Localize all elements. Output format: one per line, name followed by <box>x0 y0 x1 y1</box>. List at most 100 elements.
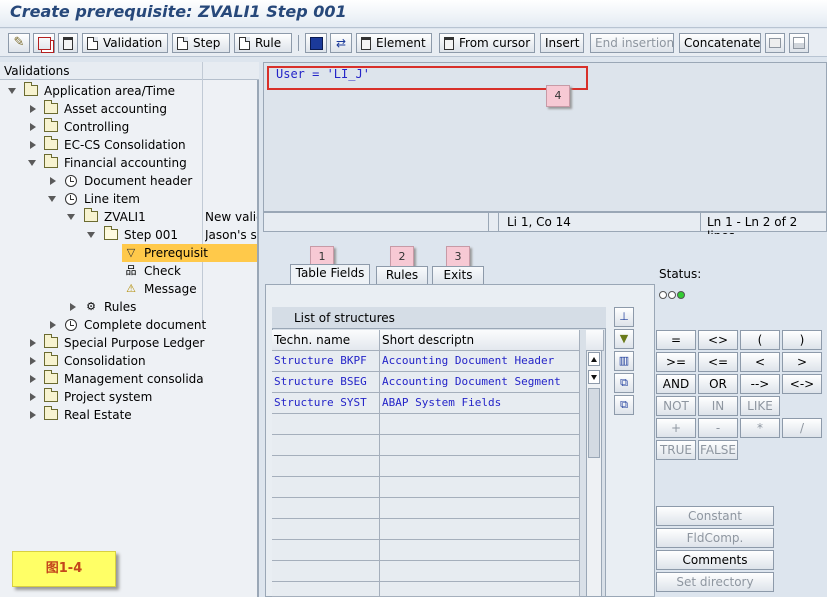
tree-node[interactable]: Application area/Time <box>0 82 257 100</box>
chevron-down-icon[interactable] <box>67 214 75 220</box>
tab-rules[interactable]: Rules <box>376 266 428 284</box>
tree-node[interactable]: Controlling <box>0 118 257 136</box>
op-not-button[interactable]: NOT <box>656 396 696 416</box>
op-in-button[interactable]: IN <box>698 396 738 416</box>
find-next-button[interactable]: ⧉ <box>614 395 634 415</box>
chevron-down-icon[interactable] <box>87 232 95 238</box>
set-directory-button[interactable]: Set directory <box>656 572 774 592</box>
chevron-right-icon[interactable] <box>50 177 56 185</box>
tree-node[interactable]: Project system <box>0 388 257 406</box>
chevron-right-icon[interactable] <box>30 393 36 401</box>
tree-node[interactable]: ⚠ Message <box>0 280 257 298</box>
delete-button[interactable] <box>58 33 78 53</box>
fldcomp-button[interactable]: FldComp. <box>656 528 774 548</box>
from-cursor-button[interactable]: From cursor <box>439 33 535 53</box>
insert-button[interactable]: Insert <box>540 33 584 53</box>
tree-node[interactable]: Special Purpose Ledger <box>0 334 257 352</box>
tree-node[interactable]: Financial accounting <box>0 154 257 172</box>
tree-node[interactable]: Management consolidatio <box>0 370 257 388</box>
columns-button[interactable]: ▥ <box>614 351 634 371</box>
validation-button[interactable]: Validation <box>82 33 168 53</box>
scroll-down-arrow-icon[interactable] <box>588 370 600 384</box>
chevron-down-icon[interactable] <box>48 196 56 202</box>
constant-button[interactable]: Constant <box>656 506 774 526</box>
element-button[interactable]: Element <box>356 33 432 53</box>
rule-button[interactable]: Rule <box>234 33 292 53</box>
list-up-button[interactable]: ⊥ <box>614 307 634 327</box>
trash-icon <box>444 36 454 50</box>
op-or-button[interactable]: OR <box>698 374 738 394</box>
op-not-equal-button[interactable]: <> <box>698 330 738 350</box>
column-header-short-description[interactable]: Short descriptn <box>380 330 580 351</box>
chevron-right-icon[interactable] <box>30 411 36 419</box>
table-row-name[interactable]: Structure BSEG <box>272 372 380 393</box>
chevron-right-icon[interactable] <box>70 303 76 311</box>
op-implies-button[interactable]: --> <box>740 374 780 394</box>
tab-table-fields[interactable]: Table Fields <box>290 264 370 284</box>
op-false-button[interactable]: FALSE <box>698 440 738 460</box>
tree-node[interactable]: Asset accounting <box>0 100 257 118</box>
find-button[interactable]: ⧉ <box>614 373 634 393</box>
chevron-down-icon[interactable] <box>8 88 16 94</box>
op-multiply-button[interactable]: * <box>740 418 780 438</box>
chevron-right-icon[interactable] <box>30 375 36 383</box>
op-equivalent-button[interactable]: <-> <box>782 374 822 394</box>
concatenate-button[interactable]: Concatenate <box>679 33 761 53</box>
table-row-name[interactable]: Structure BKPF <box>272 351 380 372</box>
op-close-paren-button[interactable]: ) <box>782 330 822 350</box>
op-gte-button[interactable]: >= <box>656 352 696 372</box>
tree-node-selected[interactable]: ▽ Prerequisit <box>122 244 257 262</box>
status-light-red <box>659 291 667 299</box>
switch-button[interactable]: ⇄ <box>330 33 352 53</box>
chevron-right-icon[interactable] <box>50 321 56 329</box>
tree-node[interactable]: EC-CS Consolidation <box>0 136 257 154</box>
comments-button[interactable]: Comments <box>656 550 774 570</box>
layout-button[interactable] <box>789 33 809 53</box>
tree-node[interactable]: Consolidation <box>0 352 257 370</box>
end-insertion-button[interactable]: End insertion <box>590 33 674 53</box>
step-button[interactable]: Step <box>172 33 230 53</box>
op-divide-button[interactable]: / <box>782 418 822 438</box>
tree-node[interactable]: 品 Check <box>0 262 257 280</box>
op-lte-button[interactable]: <= <box>698 352 738 372</box>
op-gt-button[interactable]: > <box>782 352 822 372</box>
op-plus-button[interactable]: + <box>656 418 696 438</box>
print-button[interactable] <box>765 33 785 53</box>
tree-node[interactable]: Step 001 Jason's st <box>0 226 257 244</box>
overview-button[interactable] <box>305 33 327 53</box>
tree-node[interactable]: ⚙ Rules <box>0 298 257 316</box>
chevron-right-icon[interactable] <box>30 357 36 365</box>
tree-node[interactable]: Complete document <box>0 316 257 334</box>
tree-node[interactable]: Line item <box>0 190 257 208</box>
pencil-button[interactable]: ✎ <box>8 33 30 53</box>
chevron-down-icon[interactable] <box>28 160 36 166</box>
column-header-techn-name[interactable]: Techn. name <box>272 330 380 351</box>
tab-exits[interactable]: Exits <box>432 266 484 284</box>
copy-button[interactable] <box>33 33 55 53</box>
chevron-right-icon[interactable] <box>30 105 36 113</box>
chevron-right-icon[interactable] <box>30 123 36 131</box>
tree-node[interactable]: ZVALI1 New valid <box>0 208 257 226</box>
filter-button[interactable]: ▼ <box>614 329 634 349</box>
column-settings-button[interactable] <box>586 330 604 351</box>
table-row-desc[interactable]: Accounting Document Segment <box>380 372 580 393</box>
op-and-button[interactable]: AND <box>656 374 696 394</box>
op-true-button[interactable]: TRUE <box>656 440 696 460</box>
table-row-name[interactable]: Structure SYST <box>272 393 380 414</box>
chevron-right-icon[interactable] <box>30 141 36 149</box>
scroll-thumb[interactable] <box>588 388 600 458</box>
empty-cell <box>380 477 580 498</box>
scroll-up-arrow-icon[interactable] <box>588 352 600 366</box>
chevron-right-icon[interactable] <box>30 339 36 347</box>
op-equals-button[interactable]: = <box>656 330 696 350</box>
op-lt-button[interactable]: < <box>740 352 780 372</box>
table-row-desc[interactable]: Accounting Document Header <box>380 351 580 372</box>
op-open-paren-button[interactable]: ( <box>740 330 780 350</box>
tree-node[interactable]: Real Estate <box>0 406 257 424</box>
op-minus-button[interactable]: - <box>698 418 738 438</box>
tree-node[interactable]: Document header <box>0 172 257 190</box>
table-row-desc[interactable]: ABAP System Fields <box>380 393 580 414</box>
op-like-button[interactable]: LIKE <box>740 396 780 416</box>
structure-list-header: List of structures <box>272 307 606 329</box>
vertical-scrollbar[interactable] <box>586 350 602 597</box>
